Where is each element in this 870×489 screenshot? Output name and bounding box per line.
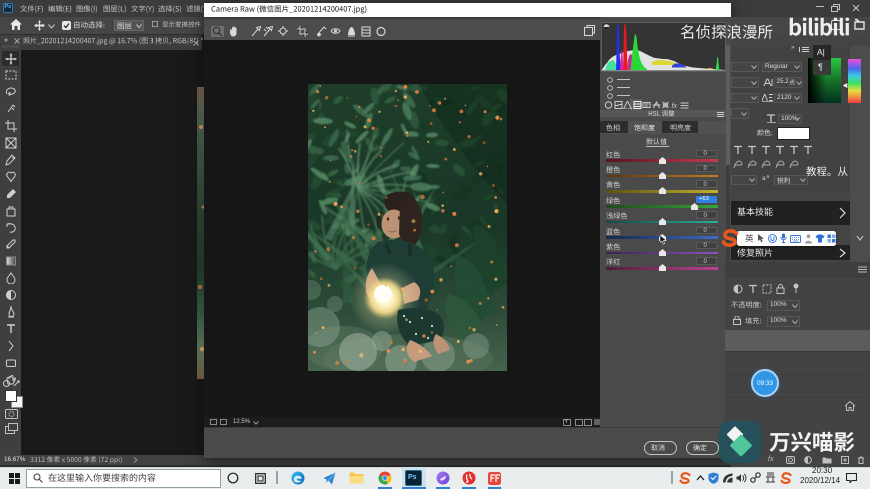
svg-text:fx: fx [671, 103, 677, 109]
